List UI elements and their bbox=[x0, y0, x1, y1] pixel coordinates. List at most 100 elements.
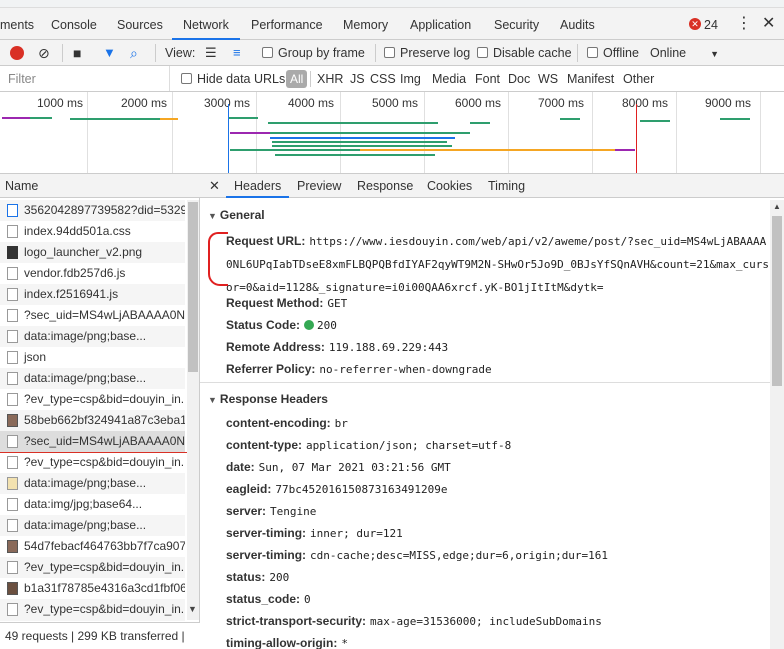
response-headers-section-header[interactable]: ▼ Response Headers bbox=[208, 392, 328, 406]
record-button[interactable] bbox=[10, 46, 24, 60]
tab-security[interactable]: Security bbox=[494, 8, 539, 40]
filter-type-other[interactable]: Other bbox=[623, 66, 654, 92]
tab-response[interactable]: Response bbox=[357, 174, 413, 198]
document-icon bbox=[7, 309, 18, 322]
filter-type-doc[interactable]: Doc bbox=[508, 66, 530, 92]
filter-icon[interactable]: ▼ bbox=[103, 40, 116, 66]
header-key: status_code: bbox=[226, 592, 301, 606]
request-row[interactable]: logo_launcher_v2.png bbox=[0, 242, 185, 263]
tab-sources[interactable]: Sources bbox=[117, 8, 163, 40]
request-row[interactable]: b1a31f78785e4316a3cd1fbf06 bbox=[0, 578, 185, 599]
overview-tick-label: 1000 ms bbox=[37, 96, 84, 110]
overview-tick-label: 8000 ms bbox=[622, 96, 669, 110]
request-row[interactable]: ?sec_uid=MS4wLjABAAAA0NL bbox=[0, 305, 185, 326]
hide-data-urls-checkbox[interactable]: Hide data URLs bbox=[181, 66, 285, 92]
waterfall-view-icon[interactable]: ≡ bbox=[233, 40, 241, 66]
filter-type-js[interactable]: JS bbox=[350, 66, 365, 92]
request-bar bbox=[360, 149, 615, 151]
request-detail-panel: ✕ Headers Preview Response Cookies Timin… bbox=[200, 174, 784, 649]
overview-timeline[interactable]: 1000 ms 2000 ms 3000 ms 4000 ms 5000 ms … bbox=[0, 92, 784, 174]
tab-preview[interactable]: Preview bbox=[297, 174, 341, 198]
request-row[interactable]: data:img/jpg;base64... bbox=[0, 494, 185, 515]
request-row[interactable]: ?ev_type=csp&bid=douyin_in... bbox=[0, 389, 185, 410]
request-bar bbox=[470, 122, 490, 124]
request-bar bbox=[268, 122, 438, 124]
browser-bookmark-strip bbox=[0, 0, 784, 8]
header-value: 0 bbox=[304, 593, 311, 606]
close-detail-icon[interactable]: ✕ bbox=[209, 174, 220, 198]
preserve-log-checkbox[interactable]: Preserve log bbox=[384, 40, 470, 66]
group-by-frame-checkbox[interactable]: Group by frame bbox=[262, 40, 365, 66]
general-section-header[interactable]: ▼ General bbox=[208, 208, 265, 222]
scroll-down-arrow-icon[interactable]: ▼ bbox=[188, 604, 197, 614]
request-row-selected[interactable]: ?sec_uid=MS4wLjABAAAA0NL bbox=[0, 431, 185, 452]
header-value: Tengine bbox=[270, 505, 317, 518]
filter-type-manifest[interactable]: Manifest bbox=[567, 66, 614, 92]
tab-cookies[interactable]: Cookies bbox=[427, 174, 472, 198]
response-header-row: timing-allow-origin: * bbox=[226, 636, 771, 649]
tab-performance[interactable]: Performance bbox=[251, 8, 323, 40]
request-row[interactable]: index.f2516941.js bbox=[0, 284, 185, 305]
filter-type-css[interactable]: CSS bbox=[370, 66, 396, 92]
request-row[interactable]: vendor.fdb257d6.js bbox=[0, 263, 185, 284]
request-row[interactable]: ?ev_type=csp&bid=douyin_in... bbox=[0, 452, 185, 473]
tab-elements[interactable]: ments bbox=[0, 8, 34, 40]
script-icon bbox=[7, 267, 18, 280]
tab-console[interactable]: Console bbox=[51, 8, 97, 40]
request-row[interactable]: data:image/png;base... bbox=[0, 368, 185, 389]
request-row[interactable]: json bbox=[0, 347, 185, 368]
clear-icon[interactable]: ⊘ bbox=[38, 40, 50, 66]
header-key: Request Method: bbox=[226, 296, 324, 310]
filter-bar: Hide data URLs All XHR JS CSS Img Media … bbox=[0, 66, 784, 92]
filter-type-ws[interactable]: WS bbox=[538, 66, 558, 92]
tab-memory[interactable]: Memory bbox=[343, 8, 388, 40]
offline-checkbox[interactable]: Offline bbox=[587, 40, 639, 66]
scrollbar-thumb[interactable] bbox=[188, 202, 198, 372]
throttling-select[interactable]: Online ▼ bbox=[650, 40, 719, 66]
request-bar bbox=[272, 145, 452, 147]
tab-audits[interactable]: Audits bbox=[560, 8, 595, 40]
filter-type-media[interactable]: Media bbox=[432, 66, 466, 92]
request-list-scrollbar[interactable] bbox=[187, 200, 199, 620]
more-menu-icon[interactable]: ⋮ bbox=[736, 8, 752, 40]
request-row[interactable]: 58beb662bf324941a87c3eba1 bbox=[0, 410, 185, 431]
capture-screenshots-icon[interactable]: ■ bbox=[73, 40, 81, 66]
tab-timing[interactable]: Timing bbox=[488, 174, 525, 198]
request-row[interactable]: 54d7febacf464763bb7f7ca907 bbox=[0, 536, 185, 557]
disable-cache-checkbox[interactable]: Disable cache bbox=[477, 40, 572, 66]
request-name: data:image/png;base... bbox=[24, 476, 147, 490]
filter-type-img[interactable]: Img bbox=[400, 66, 421, 92]
large-rows-icon[interactable]: ☰ bbox=[205, 40, 217, 66]
request-row[interactable]: data:image/png;base... bbox=[0, 515, 185, 536]
filter-type-all[interactable]: All bbox=[286, 70, 308, 88]
detail-scrollbar[interactable]: ▲ bbox=[770, 200, 784, 649]
close-devtools-icon[interactable]: ✕ bbox=[762, 8, 775, 40]
request-row[interactable]: data:image/png;base... bbox=[0, 326, 185, 347]
request-row[interactable]: ?ev_type=csp&bid=douyin_in... bbox=[0, 557, 185, 578]
tab-application[interactable]: Application bbox=[410, 8, 471, 40]
tab-network[interactable]: Network bbox=[172, 8, 240, 40]
filter-type-font[interactable]: Font bbox=[475, 66, 500, 92]
search-icon[interactable]: ⌕ bbox=[130, 40, 138, 66]
image-icon bbox=[7, 246, 18, 259]
throttling-value: Online bbox=[650, 46, 687, 60]
request-row[interactable]: index.94dd501a.css bbox=[0, 221, 185, 242]
filter-input[interactable] bbox=[0, 66, 170, 91]
response-header-row: server: Tengine bbox=[226, 504, 771, 518]
request-method-row: Request Method: GET bbox=[226, 296, 771, 310]
request-row[interactable]: 3562042897739582?did=5329 bbox=[0, 200, 185, 221]
document-icon bbox=[7, 204, 18, 217]
request-name: ?sec_uid=MS4wLjABAAAA0NL bbox=[24, 308, 185, 322]
scroll-up-arrow-icon[interactable]: ▲ bbox=[773, 202, 781, 211]
filter-type-xhr[interactable]: XHR bbox=[317, 66, 343, 92]
error-icon[interactable]: ✕ bbox=[689, 18, 701, 30]
document-icon bbox=[7, 393, 18, 406]
name-column-header[interactable]: Name bbox=[0, 174, 200, 198]
request-row[interactable]: ?ev_type=csp&bid=douyin_in... bbox=[0, 599, 185, 621]
request-row[interactable]: data:image/png;base... bbox=[0, 473, 185, 494]
tab-headers[interactable]: Headers bbox=[226, 174, 290, 198]
scrollbar-thumb[interactable] bbox=[772, 216, 782, 386]
error-count[interactable]: 24 bbox=[704, 8, 718, 42]
referrer-policy-row: Referrer Policy: no-referrer-when-downgra… bbox=[226, 362, 771, 376]
header-key: server: bbox=[226, 504, 267, 518]
